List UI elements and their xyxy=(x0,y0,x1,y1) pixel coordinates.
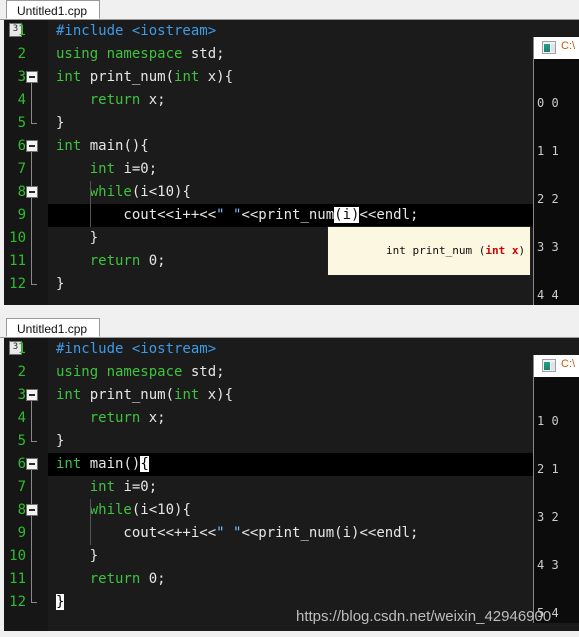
fold-toggle-icon[interactable] xyxy=(26,140,38,152)
code-line: } xyxy=(56,548,99,564)
line-number: 12 xyxy=(9,276,26,292)
bottom-console-window[interactable]: C:\ 1 0 2 1 3 2 4 3 5 4 6 5 7 6 8 7 9 8 … xyxy=(533,355,579,623)
code-line: return x; xyxy=(89,92,166,108)
code-line: int main(){ xyxy=(56,138,149,154)
fold-toggle-icon[interactable] xyxy=(26,71,38,83)
code-line: while(i<10){ xyxy=(89,184,191,200)
console-app-icon xyxy=(542,359,556,372)
console-line: 1 0 xyxy=(537,414,559,428)
parameter-hint-tooltip: int print_num (int x) xyxy=(327,226,532,276)
line-number: 7 xyxy=(17,479,26,495)
top-tabstrip: Untitled1.cpp xyxy=(0,0,579,20)
tooltip-suffix: ) xyxy=(518,244,526,257)
bottom-strip xyxy=(0,631,579,637)
bottom-tab-untitled1-cpp[interactable]: Untitled1.cpp xyxy=(6,318,101,337)
line-number: 8 xyxy=(17,184,26,200)
code-line: return 0; xyxy=(89,571,166,587)
line-number: 7 xyxy=(17,161,26,177)
bottom-code-text[interactable]: #include <iostream> using namespace std;… xyxy=(48,338,579,637)
line-number: 2 xyxy=(17,364,26,380)
console-line: 2 1 xyxy=(537,462,559,476)
code-line: } xyxy=(56,594,65,610)
top-console-title: C:\ xyxy=(561,40,576,52)
top-editor-panel: Untitled1.cpp 3 1 2 3 4 5 6 7 8 9 10 11 … xyxy=(0,0,579,314)
top-console-window[interactable]: C:\ 0 0 1 1 2 2 3 3 4 4 5 5 6 6 7 7 8 8 … xyxy=(533,37,579,305)
fold-toggle-icon[interactable] xyxy=(26,458,38,470)
console-line: 3 2 xyxy=(537,510,559,524)
top-console-output: 0 0 1 1 2 2 3 3 4 4 5 5 6 6 7 7 8 8 9 9 … xyxy=(534,59,579,305)
line-number: 11 xyxy=(9,253,26,269)
line-number: 12 xyxy=(9,594,26,610)
bottom-editor-area[interactable]: 3 1 2 3 4 5 6 7 8 9 10 11 12 #include <i… xyxy=(4,338,579,637)
line-number: 10 xyxy=(9,548,26,564)
bottom-editor-panel: Untitled1.cpp 3 1 2 3 4 5 6 7 8 9 10 11 … xyxy=(0,318,579,637)
fold-toggle-icon[interactable] xyxy=(26,504,38,516)
bottom-gutter[interactable]: 3 1 2 3 4 5 6 7 8 9 10 11 12 xyxy=(4,338,48,637)
line-number: 1 xyxy=(17,341,26,357)
ide-screenshot: Untitled1.cpp 3 1 2 3 4 5 6 7 8 9 10 11 … xyxy=(0,0,579,637)
line-number: 1 xyxy=(17,23,26,39)
line-number: 5 xyxy=(17,115,26,131)
tooltip-param-type: int x xyxy=(485,244,519,257)
code-line: } xyxy=(56,433,65,449)
code-line: } xyxy=(56,276,65,292)
code-line: while(i<10){ xyxy=(89,502,191,518)
console-line: 3 3 xyxy=(537,240,559,254)
console-line: 2 2 xyxy=(537,192,559,206)
top-gutter[interactable]: 3 1 2 3 4 5 6 7 8 9 10 11 12 xyxy=(4,20,48,305)
code-line: #include <iostream> xyxy=(56,23,217,39)
tooltip-prefix: int print_num ( xyxy=(385,244,486,257)
top-editor-area[interactable]: 3 1 2 3 4 5 6 7 8 9 10 11 12 #include <i… xyxy=(4,20,579,305)
code-line: cout<<++i<<" "<<print_num(i)<<endl; xyxy=(56,525,419,541)
code-line: using namespace std; xyxy=(56,46,225,62)
line-number: 9 xyxy=(17,525,26,541)
code-line: } xyxy=(56,115,65,131)
line-number: 8 xyxy=(17,502,26,518)
code-line: int i=0; xyxy=(89,161,158,177)
line-number: 4 xyxy=(17,410,26,426)
line-number: 4 xyxy=(17,92,26,108)
console-line: 1 1 xyxy=(537,144,559,158)
line-number: 6 xyxy=(17,456,26,472)
line-number: 5 xyxy=(17,433,26,449)
code-line: int i=0; xyxy=(89,479,158,495)
code-line-highlighted: cout<<i++<<" "<<print_num(i)<<endl; xyxy=(48,204,579,227)
bottom-tabstrip: Untitled1.cpp xyxy=(0,318,579,338)
code-line: return x; xyxy=(89,410,166,426)
bottom-console-output: 1 0 2 1 3 2 4 3 5 4 6 5 7 6 8 7 9 8 10 9… xyxy=(534,377,579,623)
line-number: 3 xyxy=(17,69,26,85)
code-line: } xyxy=(56,230,99,246)
line-number: 11 xyxy=(9,571,26,587)
line-number: 2 xyxy=(17,46,26,62)
code-line: int print_num(int x){ xyxy=(56,387,234,403)
console-app-icon xyxy=(542,41,556,54)
code-line: int print_num(int x){ xyxy=(56,69,234,85)
console-line: 4 3 xyxy=(537,558,559,572)
line-number: 9 xyxy=(17,207,26,223)
watermark-text: https://blog.csdn.net/weixin_42946900 xyxy=(296,608,552,625)
code-line: using namespace std; xyxy=(56,364,225,380)
code-line: return 0; xyxy=(89,253,166,269)
line-number: 10 xyxy=(9,230,26,246)
bottom-console-titlebar[interactable]: C:\ xyxy=(534,355,579,377)
console-line: 4 4 xyxy=(537,288,559,302)
fold-toggle-icon[interactable] xyxy=(26,389,38,401)
fold-toggle-icon[interactable] xyxy=(26,186,38,198)
top-console-titlebar[interactable]: C:\ xyxy=(534,37,579,59)
line-number: 3 xyxy=(17,387,26,403)
top-tab-untitled1-cpp[interactable]: Untitled1.cpp xyxy=(6,0,101,19)
code-line: #include <iostream> xyxy=(56,341,217,357)
code-line-highlighted: int main(){ xyxy=(48,453,579,476)
console-line: 0 0 xyxy=(537,96,559,110)
bottom-console-title: C:\ xyxy=(561,358,576,370)
line-number: 6 xyxy=(17,138,26,154)
